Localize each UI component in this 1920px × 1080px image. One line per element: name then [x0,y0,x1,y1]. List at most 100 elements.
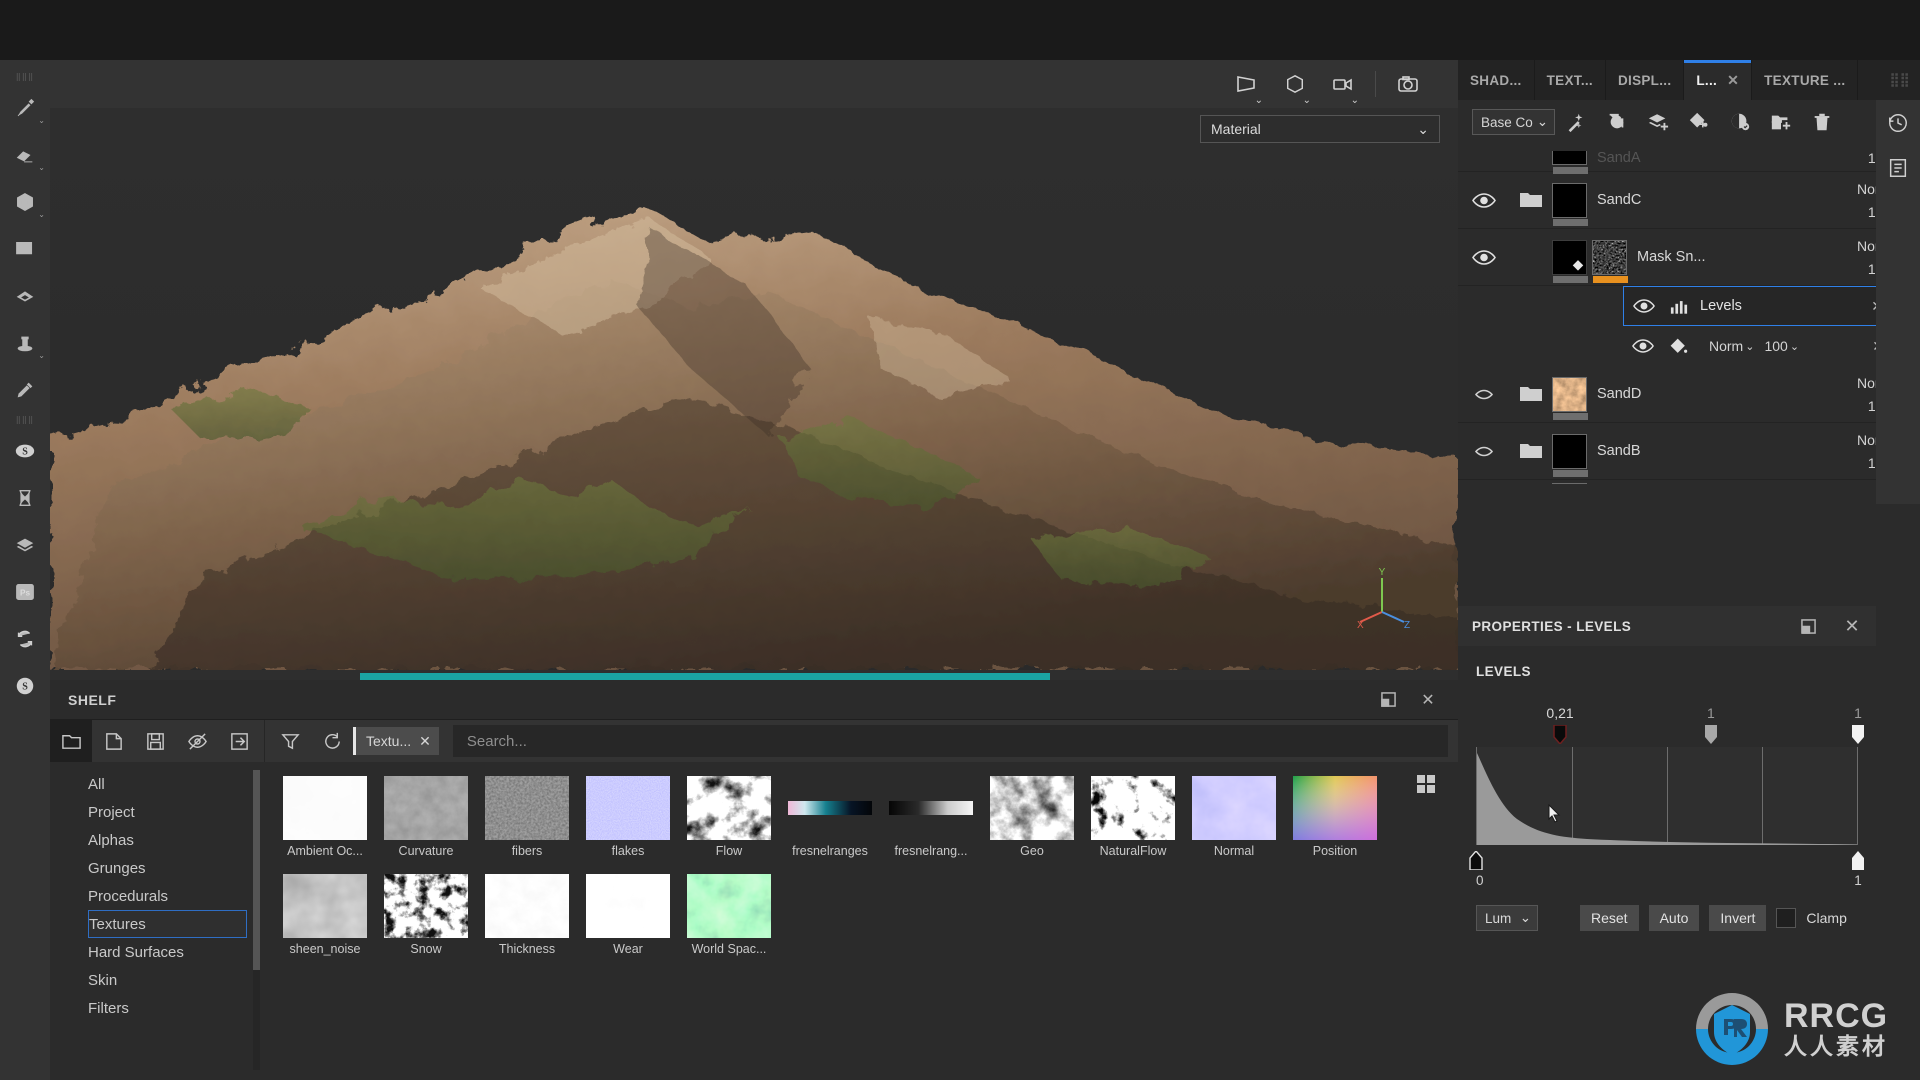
effect-row-fill[interactable]: Norm ⌄ 100 ⌄ ✕ [1623,326,1894,366]
shelf-item-thumbnail[interactable] [687,776,771,840]
layer-thumbnail[interactable] [1552,376,1588,420]
layer-stack[interactable]: SandA 100 ⌄ [1458,144,1920,484]
shelf-item-thumbnail[interactable] [788,776,872,840]
layer-row-sand-d[interactable]: SandD Norm ⌄ 100 ⌄ [1458,366,1920,423]
viewport-canvas[interactable]: Y X Z [50,108,1458,680]
substance-source-icon[interactable]: S [2,662,48,709]
shelf-item-thumbnail[interactable] [1293,776,1377,840]
tab-layers[interactable]: L... ✕ [1684,60,1753,100]
eraser-tool[interactable]: ⌄ [2,131,48,178]
levels-output-black-handle[interactable] [1468,849,1484,871]
perspective-camera-icon[interactable]: ⌄ [1223,64,1271,106]
shelf-item[interactable]: Ambient Oc... [283,776,384,858]
channel-select[interactable]: Base Co ⌄ [1472,109,1556,135]
viewport-3d[interactable]: ⌄ ⌄ ⌄ Y X Z Material ⌄ [50,60,1458,680]
shelf-item[interactable]: Flow [687,776,788,858]
levels-histogram[interactable] [1476,747,1858,845]
shelf-item[interactable]: Curvature [384,776,485,858]
iray-render-icon[interactable] [2,615,48,662]
layer-thumbnail[interactable] [1552,182,1588,226]
tab-texture-set-settings[interactable]: TEXTURE ... [1752,60,1859,100]
magic-wand-icon[interactable] [1555,100,1596,144]
shelf-item[interactable]: Geo [990,776,1091,858]
shelf-item-thumbnail[interactable] [283,874,367,938]
shelf-item-thumbnail[interactable] [485,776,569,840]
shelf-save-icon[interactable] [134,720,176,762]
tab-shader[interactable]: SHAD... [1458,60,1535,100]
levels-input-white-handle[interactable] [1850,725,1866,744]
shelf-category-grunges[interactable]: Grunges [50,854,265,882]
shelf-item-thumbnail[interactable] [586,776,670,840]
levels-reset-button[interactable]: Reset [1580,905,1639,931]
shelf-item[interactable]: World Spac... [687,874,788,956]
shelf-item[interactable]: NaturalFlow [1091,776,1192,858]
delete-layer-icon[interactable] [1801,100,1842,144]
layer-stack-icon[interactable] [2,521,48,568]
add-folder-icon[interactable] [1760,100,1801,144]
levels-channel-select[interactable]: Lum ⌄ [1476,905,1538,931]
shelf-item[interactable]: fresnelranges [788,776,889,858]
camera-video-icon[interactable]: ⌄ [1319,64,1367,106]
photoshop-link-icon[interactable]: Ps [2,568,48,615]
layer-mask-thumbnail[interactable] [1592,239,1628,283]
shelf-item-thumbnail[interactable] [687,874,771,938]
levels-input-gamma-handle[interactable] [1703,725,1719,744]
effect-visibility-toggle[interactable] [1623,339,1663,353]
layer-row-mask-snow[interactable]: Mask Sn... Norm ⌄ 100 ⌄ [1458,229,1920,286]
layer-visibility-toggle[interactable] [1458,387,1510,402]
shelf-item-thumbnail[interactable] [990,776,1074,840]
category-scrollbar-thumb[interactable] [253,770,260,970]
shelf-item[interactable]: Thickness [485,874,586,956]
add-mask-icon[interactable] [1719,100,1760,144]
shelf-open-folder-icon[interactable] [50,720,92,762]
layer-thumbnail[interactable] [1552,482,1587,484]
shelf-search-input[interactable]: Search... [452,725,1448,757]
shelf-item[interactable]: fibers [485,776,586,858]
shelf-item[interactable]: flakes [586,776,687,858]
layer-row-sand-c[interactable]: SandC Norm ⌄ 100 ⌄ [1458,172,1920,229]
color-picker-tool[interactable] [2,366,48,413]
shelf-category-all[interactable]: All [50,770,265,798]
log-notepad-icon[interactable] [1887,157,1909,184]
shelf-category-project[interactable]: Project [50,798,265,826]
layer-thumbnail[interactable] [1552,433,1588,477]
shelf-item[interactable]: Wear [586,874,687,956]
history-icon[interactable] [1887,112,1909,139]
effect-row-levels[interactable]: Levels ✕ [1623,286,1894,326]
shelf-grid-view-toggle[interactable] [1416,774,1436,794]
geometry-fill-tool[interactable] [2,272,48,319]
layer-visibility-toggle[interactable] [1458,249,1510,265]
shelf-new-resource-icon[interactable] [92,720,134,762]
shelf-item-thumbnail[interactable] [485,874,569,938]
paint-brush-tool[interactable]: ⌄ [2,84,48,131]
close-icon[interactable]: ✕ [419,733,431,750]
shelf-category-procedurals[interactable]: Procedurals [50,882,265,910]
tab-bar-overflow-handle[interactable]: ⣿⣿ [1858,60,1920,100]
shelf-category-textures[interactable]: Textures [88,910,247,938]
effect-blend-mode[interactable]: Norm [1709,338,1743,354]
layer-visibility-toggle[interactable] [1458,444,1510,459]
shelf-close-icon[interactable]: ✕ [1418,690,1438,710]
shelf-filter-chip[interactable]: Textu... ✕ [353,727,439,755]
viewport-material-select[interactable]: Material ⌄ [1200,115,1440,143]
layer-row-sand-b[interactable]: SandB Norm ⌄ 100 ⌄ [1458,423,1920,480]
properties-undock-icon[interactable] [1798,616,1818,636]
shelf-item[interactable]: fresnelrang... [889,776,990,858]
shelf-category-filters[interactable]: Filters [50,994,265,1022]
add-layer-icon[interactable] [1637,100,1678,144]
reload-layer-icon[interactable] [1596,100,1637,144]
shelf-hide-icon[interactable] [176,720,218,762]
properties-close-icon[interactable]: ✕ [1842,616,1862,636]
shelf-filter-icon[interactable] [269,720,311,762]
shelf-item-thumbnail[interactable] [586,874,670,938]
substance-smart-material-icon[interactable]: S [2,427,48,474]
baking-hourglass-icon[interactable] [2,474,48,521]
shelf-category-skin[interactable]: Skin [50,966,265,994]
shelf-reset-icon[interactable] [311,720,353,762]
levels-input-black-handle[interactable] [1552,724,1568,746]
shelf-item-thumbnail[interactable] [283,776,367,840]
layer-row-sand-e[interactable]: SandE Norm ⌄ [1458,480,1920,484]
shelf-item[interactable]: sheen_noise [283,874,384,956]
levels-output-white-handle[interactable] [1850,851,1866,870]
levels-clamp-checkbox[interactable] [1776,908,1797,928]
